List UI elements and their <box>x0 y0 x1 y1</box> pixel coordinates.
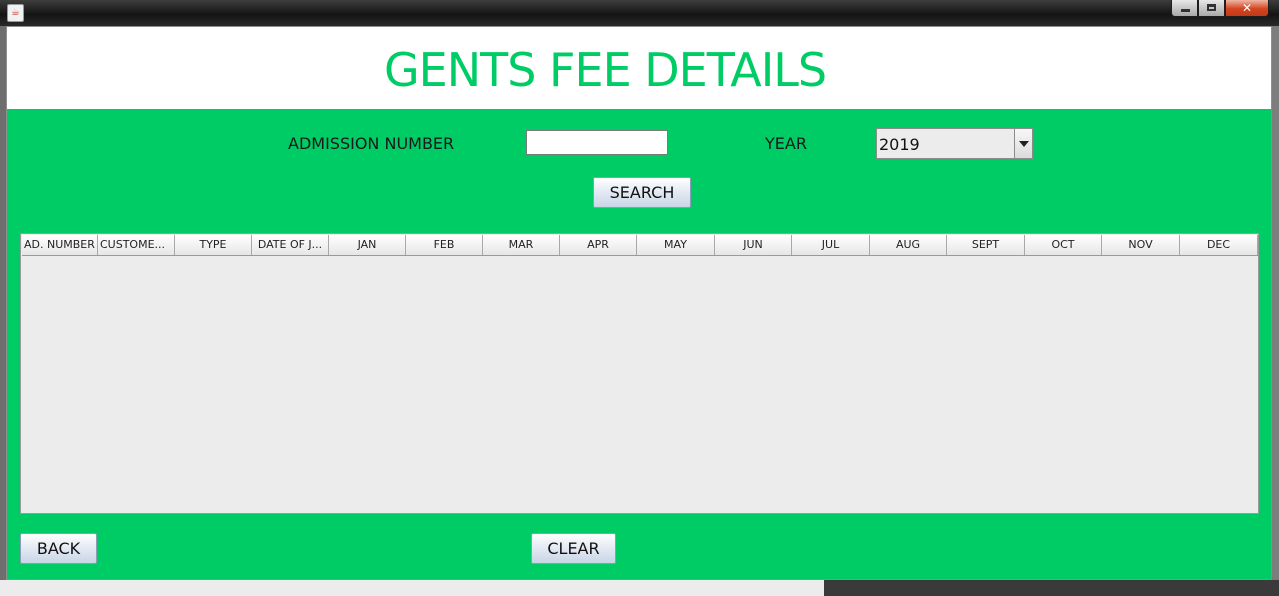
column-header-jul[interactable]: JUL <box>792 235 870 255</box>
chevron-down-icon[interactable] <box>1014 129 1032 158</box>
java-app-icon[interactable]: ☕ <box>7 4 24 22</box>
column-header-mar[interactable]: MAR <box>483 235 560 255</box>
column-header-jan[interactable]: JAN <box>329 235 406 255</box>
column-header-may[interactable]: MAY <box>637 235 715 255</box>
column-header-ad-number[interactable]: AD. NUMBER <box>22 235 98 255</box>
admission-number-input[interactable] <box>526 130 668 155</box>
page-title: GENTS FEE DETAILS <box>384 43 827 97</box>
clear-button[interactable]: CLEAR <box>531 533 616 564</box>
column-header-type[interactable]: TYPE <box>175 235 252 255</box>
window-right-edge <box>1272 26 1279 580</box>
column-header-jun[interactable]: JUN <box>715 235 792 255</box>
desktop-bottom-strip <box>0 580 1279 596</box>
fee-table: AD. NUMBER CUSTOME... TYPE DATE OF J... … <box>20 233 1259 514</box>
column-header-customer[interactable]: CUSTOME... <box>98 235 175 255</box>
back-button[interactable]: BACK <box>20 533 97 564</box>
table-header: AD. NUMBER CUSTOME... TYPE DATE OF J... … <box>22 235 1258 256</box>
window-controls: ✕ <box>1171 0 1269 17</box>
table-body[interactable] <box>22 256 1257 512</box>
column-header-date-of-joining[interactable]: DATE OF J... <box>252 235 329 255</box>
column-header-apr[interactable]: APR <box>560 235 637 255</box>
minimize-button[interactable] <box>1171 0 1198 17</box>
column-header-aug[interactable]: AUG <box>870 235 947 255</box>
column-header-oct[interactable]: OCT <box>1025 235 1102 255</box>
fee-details-panel: GENTS FEE DETAILS ADMISSION NUMBER YEAR … <box>6 26 1272 580</box>
maximize-icon <box>1207 4 1216 11</box>
admission-number-label: ADMISSION NUMBER <box>288 134 455 153</box>
year-label: YEAR <box>765 134 807 153</box>
close-button[interactable]: ✕ <box>1225 0 1269 17</box>
column-header-nov[interactable]: NOV <box>1102 235 1180 255</box>
year-selected-value: 2019 <box>879 135 920 154</box>
column-header-dec[interactable]: DEC <box>1180 235 1258 255</box>
header-banner: GENTS FEE DETAILS <box>7 27 1271 109</box>
minimize-icon <box>1181 9 1190 12</box>
column-header-feb[interactable]: FEB <box>406 235 483 255</box>
year-select[interactable]: 2019 <box>876 128 1033 159</box>
search-button[interactable]: SEARCH <box>593 177 691 208</box>
maximize-button[interactable] <box>1198 0 1225 17</box>
window-titlebar: ☕ ✕ <box>0 0 1279 26</box>
close-icon: ✕ <box>1241 1 1253 15</box>
column-header-sept[interactable]: SEPT <box>947 235 1025 255</box>
desktop-bottom-light <box>0 580 824 596</box>
